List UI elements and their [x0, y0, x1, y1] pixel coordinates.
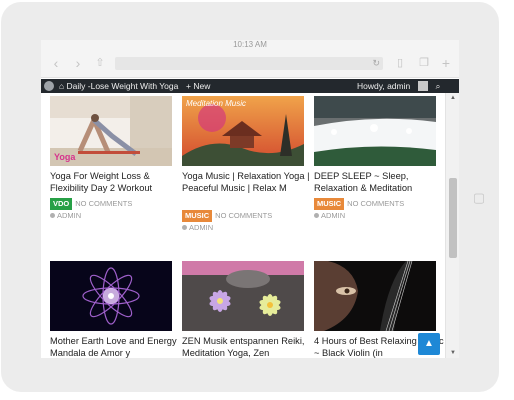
author-name: ADMIN: [321, 211, 346, 220]
thumb-overlay-text: Meditation Music: [186, 99, 246, 108]
tabs-icon[interactable]: ❐: [415, 54, 433, 72]
comments-link[interactable]: NO COMMENTS: [75, 198, 132, 210]
post-thumbnail[interactable]: Yoga: [50, 96, 172, 166]
home-button-icon[interactable]: ▢: [471, 190, 487, 206]
url-bar[interactable]: ↻: [115, 57, 383, 70]
user-icon: [182, 225, 187, 230]
post-title[interactable]: Mother Earth Love and Energy Mandala de …: [50, 335, 180, 358]
user-icon: [50, 213, 55, 218]
comments-link[interactable]: NO COMMENTS: [347, 198, 404, 210]
user-icon: [314, 213, 319, 218]
category-badge[interactable]: MUSIC: [182, 210, 213, 222]
post-meta: MUSIC NO COMMENTS: [182, 210, 272, 222]
post-title[interactable]: DEEP SLEEP ~ Sleep, Relaxation & Meditat…: [314, 170, 444, 194]
new-tab-icon[interactable]: +: [437, 54, 455, 72]
reload-icon[interactable]: ↻: [372, 57, 380, 70]
status-time: 10:13 AM: [233, 40, 267, 49]
site-name-link[interactable]: ⌂ Daily -Lose Weight With Yoga: [59, 79, 178, 93]
category-badge[interactable]: VDO: [50, 198, 73, 210]
post-title[interactable]: Yoga For Weight Loss & Flexibility Day 2…: [50, 170, 180, 194]
search-icon[interactable]: ⌕: [432, 79, 444, 93]
post-title[interactable]: ZEN Musik entspannen Reiki, Meditation Y…: [182, 335, 312, 358]
scroll-up-icon[interactable]: ▲: [446, 93, 459, 103]
browser-toolbar: ‹ › ⇧ ↻ ▯ ❐ +: [41, 50, 459, 78]
status-bar: 10:13 AM: [41, 40, 459, 50]
wp-admin-bar: ⌂ Daily -Lose Weight With Yoga + New How…: [41, 79, 459, 93]
post-thumbnail[interactable]: [314, 96, 436, 166]
home-icon: ⌂: [59, 81, 65, 91]
scroll-thumb[interactable]: [449, 178, 457, 258]
post-thumbnail[interactable]: [50, 261, 172, 331]
forward-icon[interactable]: ›: [69, 54, 87, 72]
scroll-down-icon[interactable]: ▼: [446, 348, 459, 358]
post-thumbnail[interactable]: [314, 261, 436, 331]
bookmarks-icon[interactable]: ▯: [391, 54, 409, 72]
comments-link[interactable]: NO COMMENTS: [215, 210, 272, 222]
screen: 10:13 AM ‹ › ⇧ ↻ ▯ ❐ + ⌂ Daily -Lose Wei…: [41, 40, 459, 358]
post-author[interactable]: ADMIN: [50, 211, 81, 220]
wordpress-logo-icon[interactable]: [44, 81, 54, 91]
site-name: Daily -Lose Weight With Yoga: [66, 81, 179, 91]
post-thumbnail[interactable]: [182, 261, 304, 331]
back-icon[interactable]: ‹: [47, 54, 65, 72]
tablet-frame: ▢ 10:13 AM ‹ › ⇧ ↻ ▯ ❐ + ⌂ Daily -Lose W…: [1, 2, 499, 392]
avatar[interactable]: [418, 81, 428, 91]
back-to-top-button[interactable]: ▲: [418, 333, 440, 355]
share-icon[interactable]: ⇧: [91, 54, 109, 72]
category-badge[interactable]: MUSIC: [314, 198, 345, 210]
chevron-up-icon: ▲: [424, 338, 434, 349]
author-name: ADMIN: [189, 223, 214, 232]
post-author[interactable]: ADMIN: [182, 223, 213, 232]
post-author[interactable]: ADMIN: [314, 211, 345, 220]
howdy-link[interactable]: Howdy, admin: [357, 79, 410, 93]
new-content-link[interactable]: + New: [186, 79, 210, 93]
author-name: ADMIN: [57, 211, 82, 220]
post-title[interactable]: Yoga Music | Relaxation Yoga | Peaceful …: [182, 170, 312, 194]
post-thumbnail[interactable]: Meditation Music: [182, 96, 304, 166]
thumb-overlay-text: Yoga: [54, 152, 76, 162]
post-meta: MUSIC NO COMMENTS: [314, 198, 404, 210]
post-meta: VDO NO COMMENTS: [50, 198, 132, 210]
posts-grid: Yoga Yoga For Weight Loss & Flexibility …: [41, 93, 445, 358]
scrollbar[interactable]: ▲ ▼: [445, 93, 459, 358]
